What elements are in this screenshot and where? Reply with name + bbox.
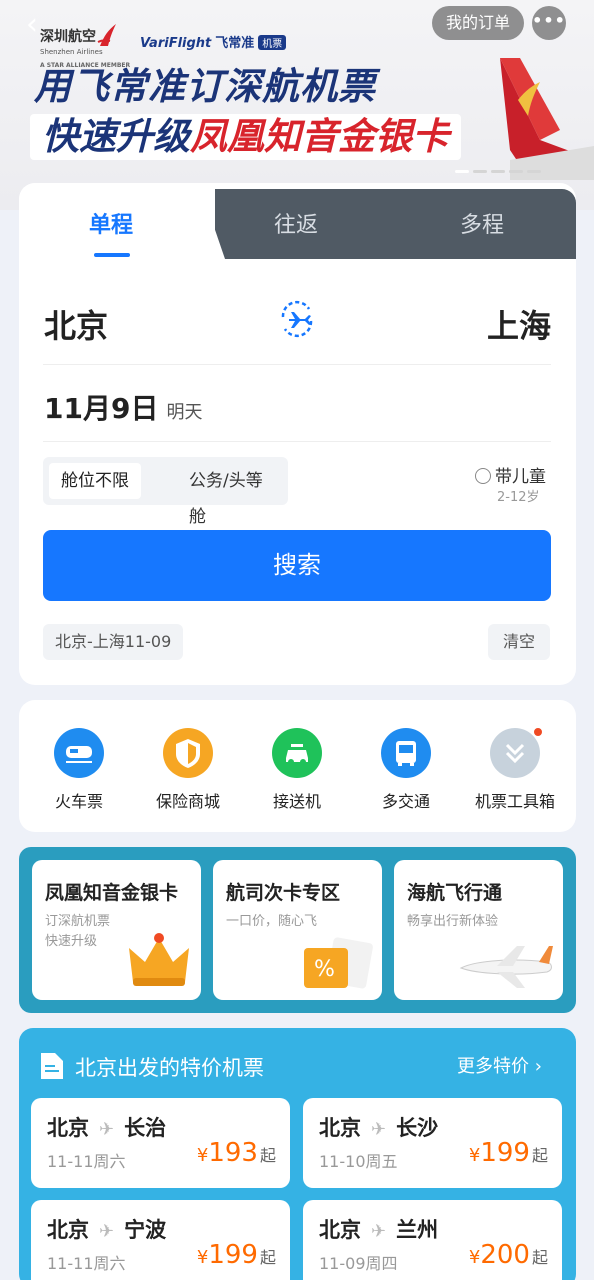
brand-name-en: Shenzhen Airlines [40,48,103,56]
promo-subtitle: 一口价，随心飞 [226,914,318,929]
with-child-checkbox[interactable]: 带儿童 2-12岁 [475,462,546,505]
promo-title: 海航飞行通 [407,882,503,904]
plane-icon: ✈ [99,1119,115,1140]
ticket-icon [41,1053,63,1079]
airplane-icon [459,946,553,988]
deal-route: 北京 ✈ 长治 [47,1116,167,1140]
service-label: 保险商城 [155,792,220,811]
promo-card-airline-pass[interactable]: 航司次卡专区 一口价，随心飞 % [213,860,382,1000]
promo-title: 凤凰知音金银卡 [45,882,179,904]
tab-background [215,189,576,259]
promo-section: 凤凰知音金银卡 订深航机票 快速升级 航司次卡专区 一口价，随心飞 % 海航飞行通… [19,847,576,1013]
departure-date[interactable]: 11月9日 明天 [44,387,202,427]
shenzhen-airlines-bird-icon [97,24,116,46]
date-value: 11月9日 [44,392,159,425]
departure-city[interactable]: 北京 [44,301,108,347]
deal-card[interactable]: 北京 ✈ 长治 11-11周六 ¥193 起 [31,1098,290,1188]
deal-card[interactable]: 北京 ✈ 长沙 11-10周五 ¥199 起 [303,1098,562,1188]
service-label: 接送机 [272,792,321,811]
airplane-tail-image [500,58,594,180]
deal-route: 北京 ✈ 长沙 [319,1116,439,1140]
child-age-hint: 2-12岁 [497,490,540,505]
coupon-icon: % [304,937,373,989]
chevron-double-down-icon [490,726,544,778]
more-menu-button[interactable]: ••• [532,6,566,40]
promo-subtitle: 订深航机票 快速升级 [45,914,111,949]
deals-title: 北京出发的特价机票 [75,1056,264,1080]
my-orders-button[interactable]: 我的订单 [432,6,524,40]
tab-multi-city[interactable]: 多程 [460,207,504,239]
arrival-city[interactable]: 上海 [487,301,551,347]
plane-icon: ✈ [99,1221,115,1242]
promo-card-phoenix[interactable]: 凤凰知音金银卡 订深航机票 快速升级 [32,860,201,1000]
radio-icon [475,468,491,484]
service-multi-transport[interactable]: 多交通 [351,728,461,812]
more-deals-link[interactable]: 更多特价 › [457,1052,542,1078]
notification-dot [532,726,544,738]
tab-round-trip[interactable]: 往返 [274,207,318,239]
search-history-item[interactable]: 北京-上海11-09 [43,624,184,660]
banner-headline: 用飞常准订深航机票 [34,65,376,108]
divider [43,441,551,442]
service-airport-transfer[interactable]: 接送机 [242,728,352,812]
deal-route: 北京 ✈ 宁波 [47,1218,167,1242]
flight-search-card: 单程 往返 多程 北京 上海 11月9日 明天 舱位不限 公务/头等舱 带儿童 2… [19,183,576,685]
banner-subheadline: 快速升级凤凰知音金银卡 [30,114,461,160]
deal-card[interactable]: 北京 ✈ 宁波 11-11周六 ¥199 起 [31,1200,290,1280]
promo-card-hainan[interactable]: 海航飞行通 畅享出行新体验 [394,860,563,1000]
deal-card[interactable]: 北京 ✈ 兰州 11-09周四 ¥200 起 [303,1200,562,1280]
service-label: 机票工具箱 [474,792,555,811]
cabin-class-selector: 舱位不限 公务/头等舱 [43,457,288,527]
crown-icon [129,933,189,986]
plane-icon: ✈ [371,1119,387,1140]
bus-icon [381,728,431,778]
deal-date: 11-11周六 [47,1254,126,1273]
carousel-indicator [455,170,541,173]
plane-icon: ✈ [371,1221,387,1242]
swap-cities-icon[interactable] [275,297,319,341]
child-label: 带儿童 [495,467,546,487]
deal-price: ¥193 起 [196,1138,276,1168]
deal-price: ¥199 起 [468,1138,548,1168]
promo-subtitle: 畅享出行新体验 [407,914,499,929]
special-deals-section: 北京出发的特价机票 更多特价 › 北京 ✈ 长治 11-11周六 ¥193 起 北京 ✈… [19,1028,576,1280]
service-train[interactable]: 火车票 [24,728,134,812]
deal-date: 11-09周四 [319,1254,398,1273]
search-button[interactable]: 搜索 [43,530,551,601]
chevron-right-icon: › [534,1056,542,1077]
divider [43,364,551,365]
service-toolbox[interactable]: 机票工具箱 [460,726,570,812]
services-grid: 火车票 保险商城 接送机 多交通 机票工具箱 [19,700,576,832]
cabin-option-any[interactable]: 舱位不限 [49,463,141,499]
deal-price: ¥200 起 [468,1240,548,1270]
promo-banner[interactable]: ‹ 深圳航空 Shenzhen Airlines A STAR ALLIANCE… [0,0,594,210]
variflight-logo: VariFlight 飞常准 机票 [140,32,287,51]
clear-history-button[interactable]: 清空 [488,624,550,660]
train-icon [54,728,104,778]
tab-one-way[interactable]: 单程 [89,207,133,239]
service-label: 多交通 [381,792,430,811]
promo-title: 航司次卡专区 [226,882,341,904]
deal-route: 北京 ✈ 兰州 [319,1218,439,1242]
active-tab-underline [94,253,130,257]
shield-icon [163,728,213,778]
service-insurance[interactable]: 保险商城 [133,728,243,812]
trip-type-tabs: 单程 往返 多程 [19,183,576,259]
car-icon [272,728,322,778]
cabin-option-business[interactable]: 公务/头等舱 [177,463,288,527]
svg-text:%: % [314,957,335,982]
deal-date: 11-11周六 [47,1152,126,1171]
deal-date: 11-10周五 [319,1152,398,1171]
deal-price: ¥199 起 [196,1240,276,1270]
date-relative: 明天 [166,402,203,423]
service-label: 火车票 [54,792,103,811]
brand-name-cn: 深圳航空 [40,29,96,45]
